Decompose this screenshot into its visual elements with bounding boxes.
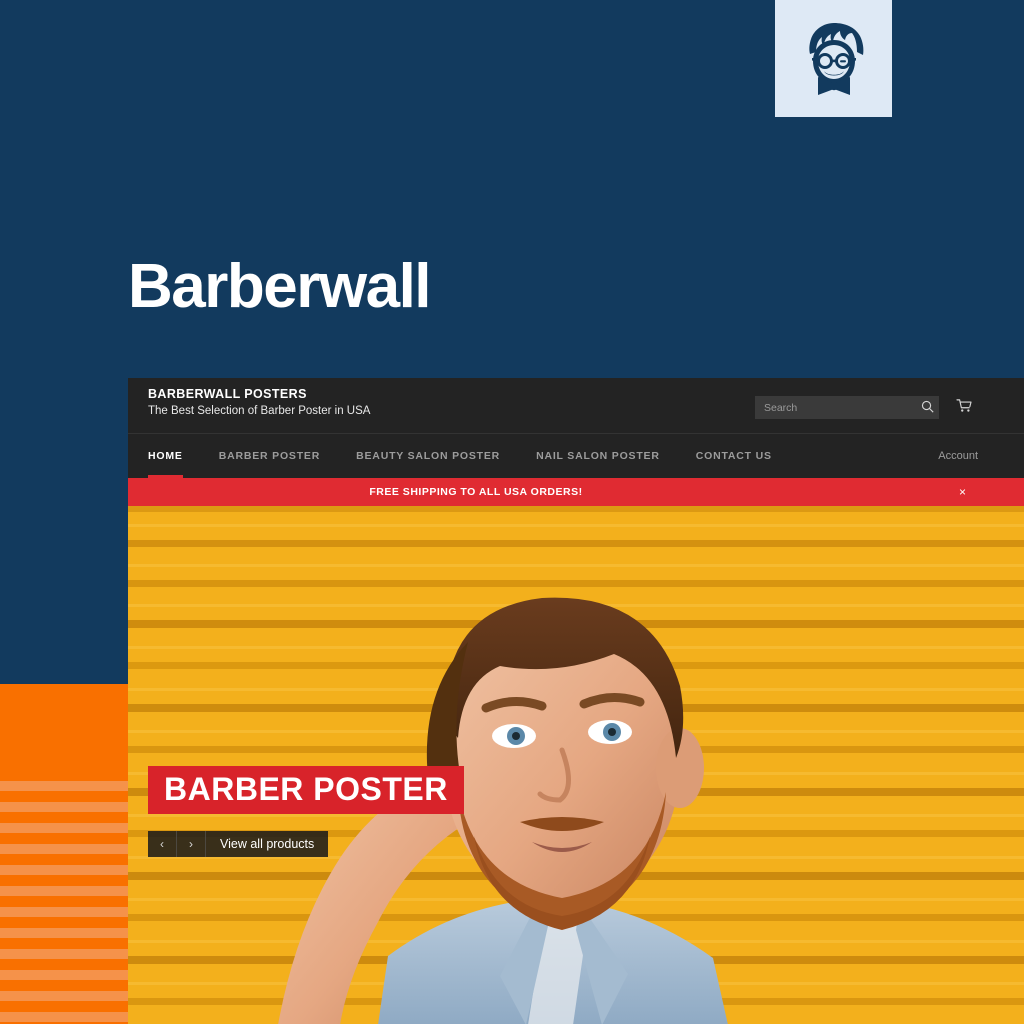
- cart-button[interactable]: [952, 396, 976, 419]
- hipster-face-logo-icon: [797, 19, 871, 99]
- brand-block: BARBERWALL POSTERS The Best Selection of…: [148, 387, 370, 417]
- hero-carousel-controls: ‹ › View all products: [148, 831, 329, 857]
- announcement-text: FREE SHIPPING TO ALL USA ORDERS!: [369, 486, 583, 498]
- orange-decoration-block: [0, 684, 128, 770]
- hero-caption-text: BARBER POSTER: [164, 771, 448, 807]
- brand-logo-badge: [775, 0, 892, 117]
- website-mockup: BARBERWALL POSTERS The Best Selection of…: [128, 378, 1024, 1024]
- hero-caption: BARBER POSTER: [148, 766, 464, 814]
- hero-banner: BARBER POSTER ‹ › View all products BARB…: [128, 506, 1024, 1024]
- shopping-cart-icon: [956, 399, 972, 416]
- close-icon[interactable]: ×: [953, 485, 972, 499]
- brand-name: BARBERWALL POSTERS: [148, 387, 307, 401]
- poster-canvas: Barberwall BARBERWALL POSTERS The Best S…: [0, 0, 1024, 1024]
- search-input[interactable]: [755, 396, 915, 419]
- search-button[interactable]: [915, 396, 939, 419]
- brand-tagline: The Best Selection of Barber Poster in U…: [148, 405, 371, 417]
- search-icon: [921, 400, 934, 416]
- nav-item-contact-us[interactable]: CONTACT US: [696, 434, 772, 478]
- search-bar[interactable]: [755, 396, 939, 419]
- account-link[interactable]: Account: [938, 450, 978, 462]
- nav-item-barber-poster[interactable]: BARBER POSTER: [219, 434, 320, 478]
- nav-item-nail-salon-poster[interactable]: NAIL SALON POSTER: [536, 434, 660, 478]
- site-nav: HOME BARBER POSTER BEAUTY SALON POSTER N…: [128, 434, 1024, 478]
- orange-stripe-decoration: [0, 770, 128, 1024]
- nav-item-home[interactable]: HOME: [148, 434, 183, 478]
- hero-image: [128, 506, 1024, 1024]
- page-title: Barberwall: [128, 252, 432, 321]
- carousel-next-button[interactable]: ›: [177, 831, 206, 857]
- carousel-prev-button[interactable]: ‹: [148, 831, 177, 857]
- view-all-products-button[interactable]: View all products: [206, 831, 329, 857]
- nav-item-beauty-salon-poster[interactable]: BEAUTY SALON POSTER: [356, 434, 500, 478]
- site-header: BARBERWALL POSTERS The Best Selection of…: [128, 378, 1024, 434]
- announcement-bar: FREE SHIPPING TO ALL USA ORDERS! ×: [128, 478, 1024, 506]
